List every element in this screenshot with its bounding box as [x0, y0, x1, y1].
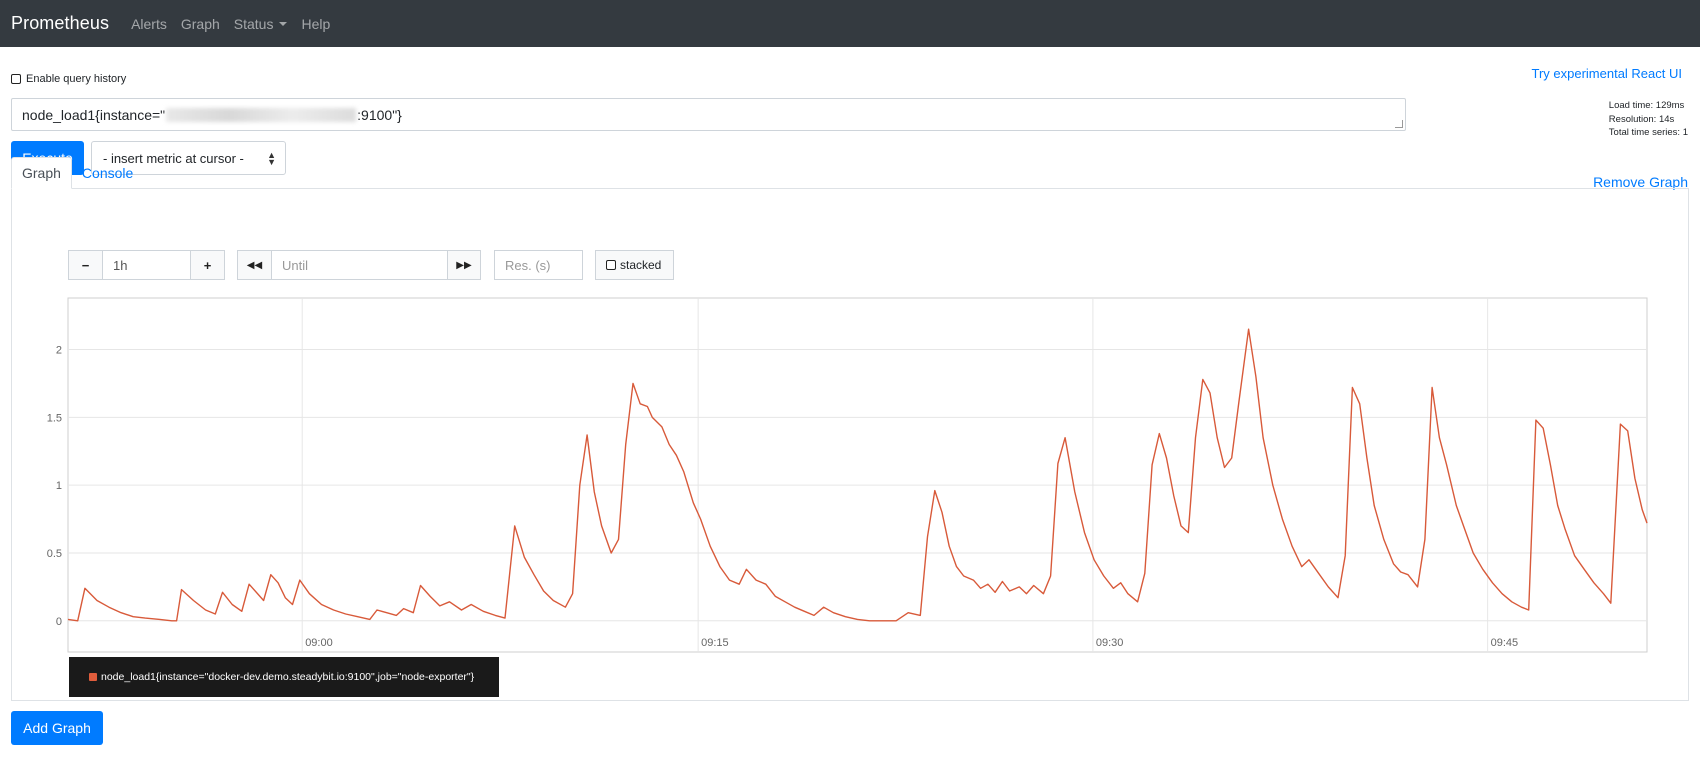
y-tick-label: 2 — [56, 345, 62, 357]
x-tick-label: 09:30 — [1096, 637, 1124, 649]
x-tick-label: 09:45 — [1491, 637, 1519, 649]
y-tick-label: 0 — [56, 616, 62, 628]
legend: node_load1{instance="docker-dev.demo.ste… — [69, 657, 499, 697]
add-graph-button[interactable]: Add Graph — [11, 711, 103, 745]
y-tick-label: 0.5 — [47, 548, 62, 560]
graph-chart[interactable]: 0 0.5 1 1.5 2 09:00 09:15 09:30 09:45 — [0, 0, 1700, 760]
y-tick-label: 1 — [56, 480, 62, 492]
x-tick-label: 09:15 — [701, 637, 729, 649]
legend-label[interactable]: node_load1{instance="docker-dev.demo.ste… — [101, 671, 474, 683]
tab-graph[interactable]: Graph — [11, 157, 72, 189]
series-line — [67, 328, 1648, 622]
legend-swatch — [89, 673, 97, 681]
plot-frame — [67, 297, 1648, 653]
y-tick-label: 1.5 — [47, 412, 62, 424]
x-tick-label: 09:00 — [305, 637, 333, 649]
